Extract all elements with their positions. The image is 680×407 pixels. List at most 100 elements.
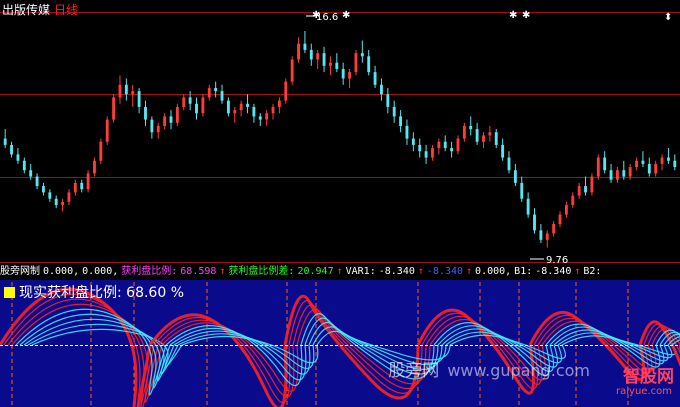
value-1: 0.000, (43, 266, 80, 277)
yellow-square-icon (4, 287, 15, 298)
candle-body (641, 160, 645, 164)
candle-body (399, 116, 403, 126)
candle-body (271, 106, 275, 114)
candle-body (284, 81, 288, 101)
candle-body (258, 116, 262, 120)
marker-icon: ✱ (342, 10, 350, 21)
value-3: 0.000, (475, 266, 512, 277)
candle-body (424, 151, 428, 158)
candle-body (450, 148, 454, 152)
candle-body (322, 53, 326, 66)
candle-body (54, 198, 58, 206)
candle-body (195, 103, 198, 114)
candle-body (335, 62, 339, 69)
candle-body (647, 163, 651, 174)
candle-body (226, 100, 230, 114)
candle-body (182, 97, 186, 107)
stock-name: 出版传媒 (2, 3, 51, 17)
candle-body (392, 106, 396, 117)
candle-body (571, 195, 575, 206)
indicator-values-bar: 股旁网制 0.000, 0.000, 获利盘比例: 68.598 ↑ 获利盘比例差: 20.9… (0, 264, 604, 279)
candle-body (10, 144, 14, 155)
candle-body (360, 53, 364, 57)
candle-body (411, 138, 415, 145)
candle-body (341, 68, 345, 79)
candle-body (42, 186, 45, 193)
marker-icon: ✱ (509, 10, 517, 21)
candle-body (16, 154, 20, 161)
candle-body (513, 170, 517, 183)
candle-body (545, 233, 549, 240)
profit-diff-value: 20.947 (297, 266, 334, 277)
candle-body (348, 72, 352, 79)
watermark-text: 股旁网 (388, 361, 440, 381)
candle-body (475, 129, 479, 142)
value-2: 0.000, (82, 266, 119, 277)
candle-body (577, 186, 581, 196)
up-arrow-icon: ↑ (336, 266, 343, 277)
logo-name: 智股网 (623, 367, 674, 387)
candle-body (564, 205, 568, 215)
candle-body (654, 163, 658, 174)
candle-body (207, 87, 211, 98)
candle-body (124, 84, 128, 95)
candle-body (290, 59, 294, 82)
candle-body (462, 125, 466, 139)
up-arrow-icon: ↑ (219, 266, 226, 277)
candle-body (93, 160, 96, 174)
candle-body (220, 91, 224, 101)
candle-body (239, 103, 243, 111)
profit-diff-label: 获利盘比例差: (228, 266, 295, 277)
candle-body (456, 138, 460, 152)
candle-body (61, 201, 65, 206)
candle-body (590, 176, 594, 193)
candle-body (214, 87, 218, 92)
candle-body (144, 106, 147, 120)
candle-body (67, 192, 71, 202)
candle-body (405, 125, 409, 139)
candle-body (246, 103, 249, 107)
candle-body (80, 182, 84, 190)
candle-body (309, 49, 313, 60)
candle-body (22, 160, 26, 171)
candle-body (609, 170, 613, 180)
watermark-domain: www.gupang.com (447, 361, 590, 380)
candle-body (373, 72, 377, 85)
candle-body (252, 106, 256, 117)
profit-ratio-label: 获利盘比例: (121, 266, 178, 277)
up-arrow-icon: ↑ (574, 266, 581, 277)
candle-body (277, 100, 281, 107)
candle-body (603, 157, 607, 171)
b1-label: B1: (514, 266, 533, 277)
candle-body (635, 160, 638, 168)
marker-icon: ✱ (522, 10, 530, 21)
marker-icon: ⬍ (664, 12, 672, 23)
candle-body (303, 43, 307, 50)
up-arrow-icon: ↑ (466, 266, 473, 277)
candle-body (86, 173, 90, 190)
candle-body (156, 125, 160, 133)
candle-body (175, 106, 179, 123)
candle-body (469, 125, 473, 130)
candle-body (526, 198, 530, 215)
candle-body (265, 113, 269, 120)
stock-chart: ✱ ✱ ✱ ✱ ⬍ 16.6 9.76 (0, 0, 680, 407)
candle-body (328, 62, 332, 66)
candle-body (558, 214, 562, 225)
real-ratio-unit: % (170, 285, 185, 301)
candle-body (48, 192, 52, 199)
chart-title-bar: 出版传媒 日线 (2, 1, 78, 18)
candle-body (118, 84, 122, 98)
candle-body (552, 224, 556, 234)
candle-body (482, 135, 485, 142)
candle-body (316, 53, 320, 60)
candle-body (431, 148, 434, 158)
candle-body (112, 97, 116, 120)
candle-body (386, 94, 390, 107)
candle-body (507, 157, 511, 171)
profit-ratio-value: 68.598 (180, 266, 217, 277)
watermark: 股旁网 www.gupang.com (388, 356, 590, 381)
b1-value: -8.340 (535, 266, 572, 277)
candle-body (673, 160, 677, 168)
candle-body (437, 141, 441, 149)
